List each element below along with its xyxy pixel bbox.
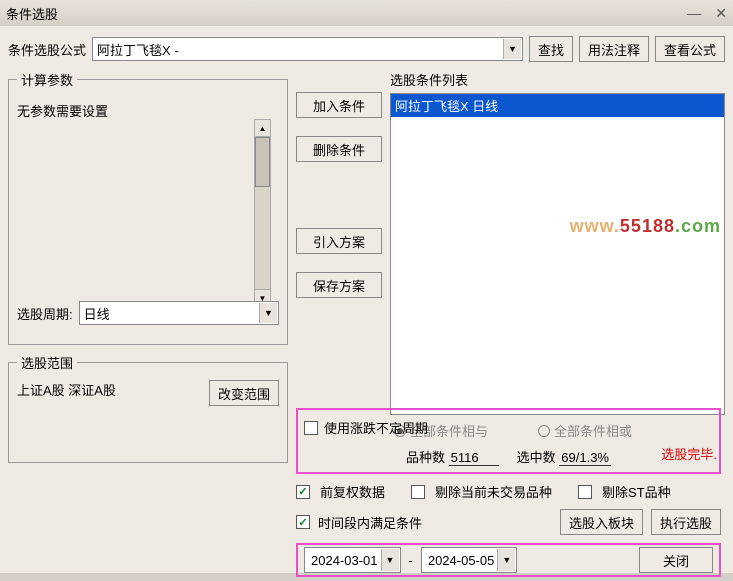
condition-list[interactable]: 阿拉丁飞毯X 日线: [390, 93, 725, 415]
chevron-down-icon[interactable]: ▼: [381, 549, 399, 571]
scroll-thumb[interactable]: [255, 137, 270, 187]
list-item[interactable]: 阿拉丁飞毯X 日线: [391, 94, 724, 117]
change-range-button[interactable]: 改变范围: [209, 380, 279, 406]
cycle-value: 日线: [84, 304, 110, 323]
selected-label: 选中数: [517, 450, 556, 465]
date-to-value: 2024-05-05: [428, 553, 495, 568]
formula-dropdown[interactable]: 阿拉丁飞毯X - ▼: [92, 37, 523, 61]
chevron-down-icon[interactable]: ▼: [259, 303, 277, 323]
add-condition-button[interactable]: 加入条件: [296, 92, 382, 118]
view-formula-button[interactable]: 查看公式: [655, 36, 725, 62]
params-list: 无参数需要设置: [17, 97, 279, 289]
minimize-icon[interactable]: —: [687, 5, 701, 22]
fqx-label: 前复权数据: [320, 482, 385, 501]
highlight-box-1: 使用涨跌不定周期 品种数 5116 选中数 69/1.3%: [296, 408, 721, 474]
date-from-value: 2024-03-01: [311, 553, 378, 568]
checkbox-fqx[interactable]: [296, 485, 310, 499]
variety-label: 品种数: [406, 450, 445, 465]
checkbox-exclude-st[interactable]: [578, 485, 592, 499]
exclude-nontrade-label: 剔除当前未交易品种: [435, 482, 552, 501]
date-from-input[interactable]: 2024-03-01 ▼: [304, 547, 401, 573]
cycle-select[interactable]: 日线 ▼: [79, 301, 279, 325]
checkbox-exclude-nontrade[interactable]: [411, 485, 425, 499]
params-legend: 计算参数: [17, 70, 77, 89]
undef-cycle-label: 使用涨跌不定周期: [324, 418, 428, 437]
chevron-down-icon[interactable]: ▼: [503, 39, 521, 59]
titlebar: 条件选股 — ✕: [0, 0, 733, 26]
chevron-down-icon[interactable]: ▼: [497, 549, 515, 571]
params-group: 计算参数 无参数需要设置 ▲ ▼ 选股周期: 日线 ▼: [8, 70, 288, 345]
scroll-up-icon[interactable]: ▲: [255, 120, 270, 137]
formula-value: 阿拉丁飞毯X -: [97, 40, 179, 59]
selected-value: 69/1.3%: [559, 450, 611, 466]
close-icon[interactable]: ✕: [715, 5, 727, 22]
date-to-input[interactable]: 2024-05-05 ▼: [421, 547, 518, 573]
delete-condition-button[interactable]: 删除条件: [296, 136, 382, 162]
window-title: 条件选股: [6, 4, 687, 23]
date-separator: -: [409, 553, 413, 568]
select-board-button[interactable]: 选股入板块: [560, 509, 643, 535]
variety-value: 5116: [449, 450, 499, 466]
exec-button[interactable]: 执行选股: [651, 509, 721, 535]
range-text: 上证A股 深证A股: [17, 380, 116, 399]
checkbox-undef-cycle[interactable]: [304, 421, 318, 435]
params-scrollbar[interactable]: ▲ ▼: [254, 119, 271, 307]
params-empty: 无参数需要设置: [17, 104, 108, 119]
condlist-label: 选股条件列表: [390, 70, 725, 89]
formula-label: 条件选股公式: [8, 40, 86, 59]
time-cond-label: 时间段内满足条件: [318, 513, 422, 532]
exclude-st-label: 剔除ST品种: [602, 482, 671, 501]
usage-button[interactable]: 用法注释: [579, 36, 649, 62]
checkbox-time-cond[interactable]: [296, 515, 310, 529]
highlight-box-2: 2024-03-01 ▼ - 2024-05-05 ▼ 关闭: [296, 543, 721, 577]
find-button[interactable]: 查找: [529, 36, 573, 62]
save-plan-button[interactable]: 保存方案: [296, 272, 382, 298]
range-legend: 选股范围: [17, 353, 77, 372]
range-group: 选股范围 上证A股 深证A股 改变范围: [8, 353, 288, 463]
import-plan-button[interactable]: 引入方案: [296, 228, 382, 254]
cycle-label: 选股周期:: [17, 304, 73, 323]
close-button[interactable]: 关闭: [639, 547, 713, 573]
